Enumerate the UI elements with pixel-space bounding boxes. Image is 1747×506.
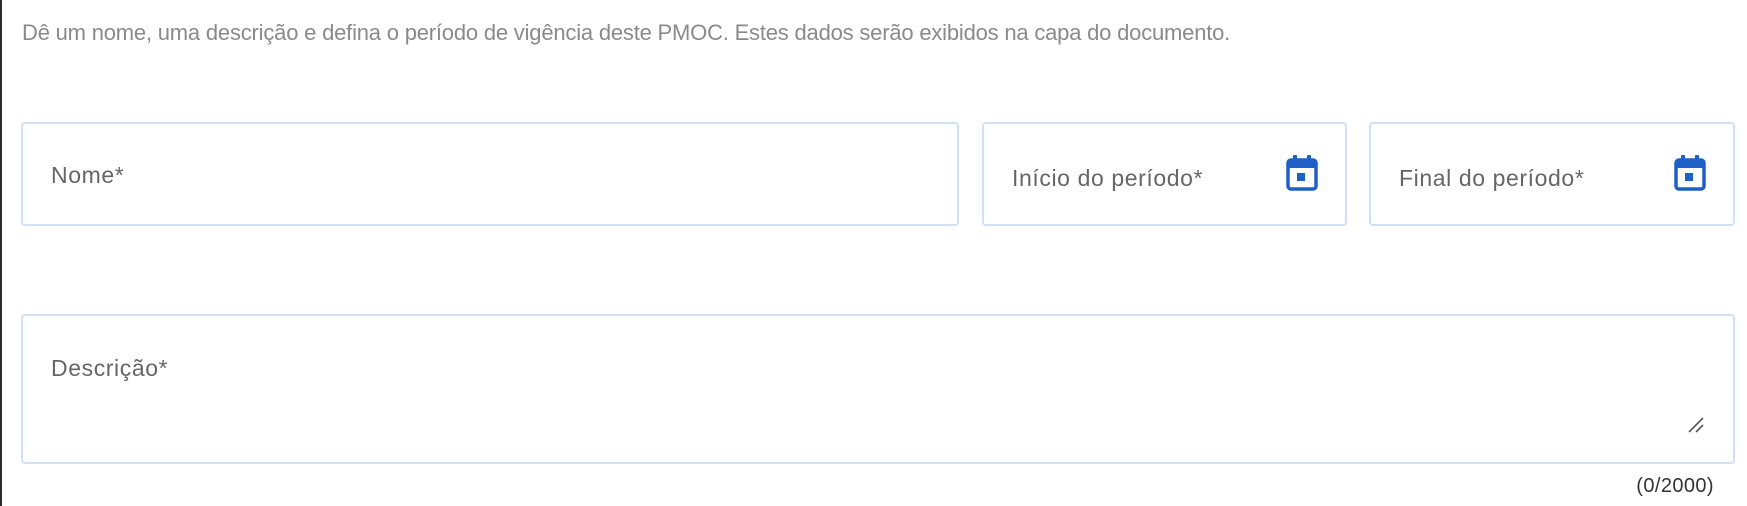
calendar-icon[interactable]	[1285, 154, 1319, 192]
descricao-label: Descrição*	[51, 355, 169, 381]
calendar-icon[interactable]	[1673, 154, 1707, 192]
resize-handle-icon[interactable]	[1687, 416, 1705, 434]
form-intro-text: Dê um nome, uma descrição e defina o per…	[22, 20, 1231, 45]
final-periodo-label: Final do período*	[1399, 165, 1585, 191]
inicio-periodo-label: Início do período*	[1012, 165, 1204, 191]
nome-field[interactable]: Nome*	[21, 122, 959, 226]
nome-label: Nome*	[51, 162, 125, 188]
final-periodo-field[interactable]: Final do período*	[1369, 122, 1735, 226]
descricao-textarea[interactable]: Descrição*	[21, 314, 1735, 464]
inicio-periodo-field[interactable]: Início do período*	[982, 122, 1347, 226]
character-counter: (0/2000)	[1636, 475, 1714, 497]
